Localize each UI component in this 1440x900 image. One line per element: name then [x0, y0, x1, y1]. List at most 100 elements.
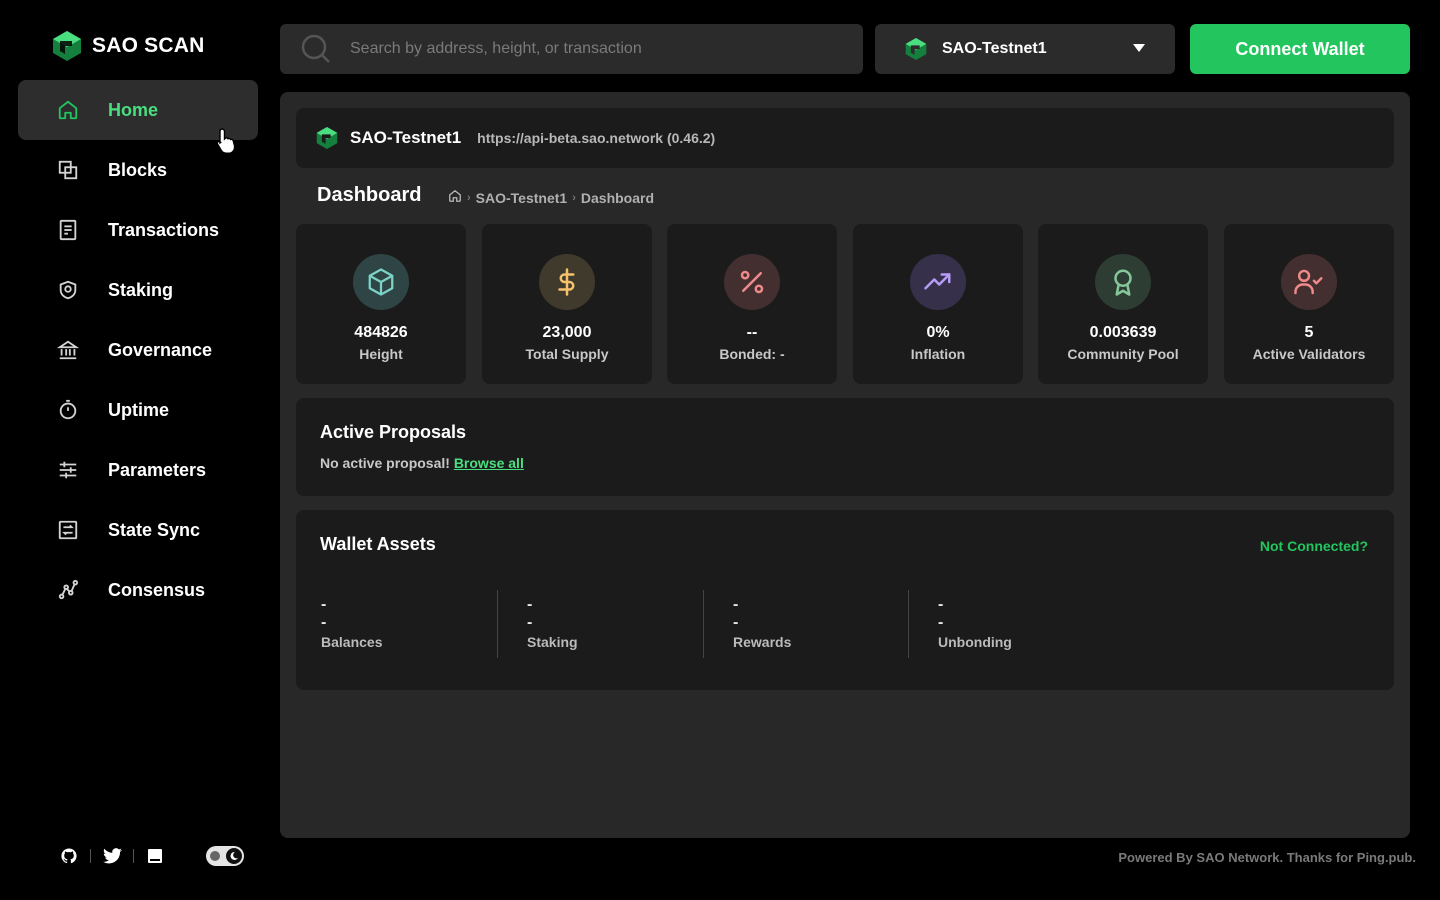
footer-credit: Powered By SAO Network. Thanks for Ping.…: [1118, 850, 1416, 865]
divider: [497, 590, 498, 658]
sidebar-item-label: Consensus: [108, 579, 206, 600]
brand-logo[interactable]: SAO SCAN: [52, 30, 204, 62]
trending-up-icon: [910, 254, 966, 310]
stat-value: 484826: [354, 324, 408, 341]
sidebar-item-label: State Sync: [108, 519, 201, 540]
consensus-icon: [56, 578, 80, 602]
asset-value: --: [321, 596, 327, 631]
stat-value: 5: [1304, 324, 1314, 341]
cube-icon: [353, 254, 409, 310]
page-title: Dashboard: [317, 184, 422, 206]
uptime-icon: [56, 398, 80, 422]
docs-icon[interactable]: [144, 845, 166, 867]
divider: [133, 849, 134, 863]
breadcrumb: › SAO-Testnet1 › Dashboard: [448, 189, 654, 206]
search-input[interactable]: [350, 40, 830, 58]
breadcrumb-separator: ›: [467, 191, 471, 204]
main-panel: SAO-Testnet1 https://api-beta.sao.networ…: [280, 92, 1410, 838]
sao-logo-icon: [53, 31, 81, 61]
stat-card-inflation: 0% Inflation: [853, 224, 1023, 384]
moon-icon: [226, 848, 242, 864]
twitter-icon[interactable]: [101, 845, 123, 867]
brand-name: SAO SCAN: [92, 34, 205, 57]
search-bar[interactable]: [280, 24, 863, 74]
stat-label: Height: [359, 346, 403, 362]
no-proposals-message: No active proposal! Browse all: [320, 455, 1370, 471]
active-proposals-title: Active Proposals: [320, 422, 467, 442]
asset-value: --: [938, 596, 944, 631]
sidebar-item-consensus[interactable]: Consensus: [18, 560, 258, 620]
sidebar-item-governance[interactable]: Governance: [18, 320, 258, 380]
chain-logo-icon: [905, 38, 927, 60]
stat-label: Active Validators: [1252, 346, 1366, 362]
wallet-assets-card: Wallet Assets Not Connected? -- Balances…: [296, 510, 1394, 690]
parameters-icon: [56, 458, 80, 482]
sidebar-item-label: Uptime: [108, 399, 170, 420]
home-icon[interactable]: [448, 189, 462, 206]
stat-label: Community Pool: [1067, 346, 1179, 362]
stat-card-active-validators: 5 Active Validators: [1224, 224, 1394, 384]
asset-value: --: [733, 596, 739, 631]
stat-value: --: [746, 324, 758, 341]
transactions-icon: [56, 218, 80, 242]
asset-value: --: [527, 596, 533, 631]
sidebar-item-staking[interactable]: Staking: [18, 260, 258, 320]
percent-icon: [724, 254, 780, 310]
sidebar-item-uptime[interactable]: Uptime: [18, 380, 258, 440]
sidebar-item-label: Home: [108, 99, 159, 120]
sidebar-footer: [58, 845, 244, 867]
proposals-message-text: No active proposal!: [320, 455, 450, 471]
chain-selector-label: SAO-Testnet1: [942, 40, 1047, 57]
stat-label: Inflation: [910, 346, 966, 362]
sidebar-item-state-sync[interactable]: State Sync: [18, 500, 258, 560]
chain-api-url: https://api-beta.sao.network (0.46.2): [477, 130, 716, 146]
sidebar-item-label: Governance: [108, 339, 213, 360]
award-icon: [1095, 254, 1151, 310]
sidebar-nav: Home Blocks Transactions Staking Governa…: [18, 80, 258, 620]
divider: [90, 849, 91, 863]
asset-label: Balances: [321, 634, 383, 650]
user-check-icon: [1281, 254, 1337, 310]
asset-label: Rewards: [733, 634, 792, 650]
active-proposals-card: Active Proposals No active proposal! Bro…: [296, 398, 1394, 496]
chain-logo-icon: [316, 127, 338, 149]
not-connected-link[interactable]: Not Connected?: [1260, 538, 1368, 554]
stat-label: Total Supply: [525, 346, 609, 362]
divider: [908, 590, 909, 658]
sidebar-item-label: Parameters: [108, 459, 207, 480]
stat-label: Bonded: -: [719, 346, 785, 362]
chain-selector[interactable]: SAO-Testnet1: [875, 24, 1175, 74]
stat-card-bonded: -- Bonded: -: [667, 224, 837, 384]
chain-info-bar: SAO-Testnet1 https://api-beta.sao.networ…: [296, 108, 1394, 168]
dollar-icon: [539, 254, 595, 310]
asset-label: Unbonding: [938, 634, 1012, 650]
wallet-assets-title: Wallet Assets: [320, 534, 436, 554]
stat-value: 23,000: [542, 324, 592, 341]
toggle-off-dot: [210, 851, 220, 861]
sidebar-item-transactions[interactable]: Transactions: [18, 200, 258, 260]
stat-card-community-pool: 0.003639 Community Pool: [1038, 224, 1208, 384]
theme-toggle[interactable]: [206, 846, 244, 866]
sidebar-item-label: Staking: [108, 279, 174, 300]
search-icon: [301, 34, 330, 63]
browse-all-link[interactable]: Browse all: [454, 455, 524, 471]
chain-name: SAO-Testnet1: [350, 128, 462, 147]
divider: [703, 590, 704, 658]
stat-card-total-supply: 23,000 Total Supply: [482, 224, 652, 384]
breadcrumb-separator: ›: [572, 191, 576, 204]
github-icon[interactable]: [58, 845, 80, 867]
stat-card-height: 484826 Height: [296, 224, 466, 384]
chevron-down-icon: [1133, 44, 1145, 52]
home-icon: [56, 98, 80, 122]
sidebar-item-label: Transactions: [108, 219, 220, 240]
blocks-icon: [56, 158, 80, 182]
staking-icon: [56, 278, 80, 302]
breadcrumb-item-chain[interactable]: SAO-Testnet1: [476, 190, 568, 206]
asset-label: Staking: [527, 634, 578, 650]
connect-wallet-button[interactable]: Connect Wallet: [1190, 24, 1410, 74]
state-sync-icon: [56, 518, 80, 542]
stat-value: 0%: [926, 324, 950, 341]
breadcrumb-item-current: Dashboard: [580, 189, 655, 206]
stat-value: 0.003639: [1089, 324, 1157, 341]
sidebar-item-parameters[interactable]: Parameters: [18, 440, 258, 500]
